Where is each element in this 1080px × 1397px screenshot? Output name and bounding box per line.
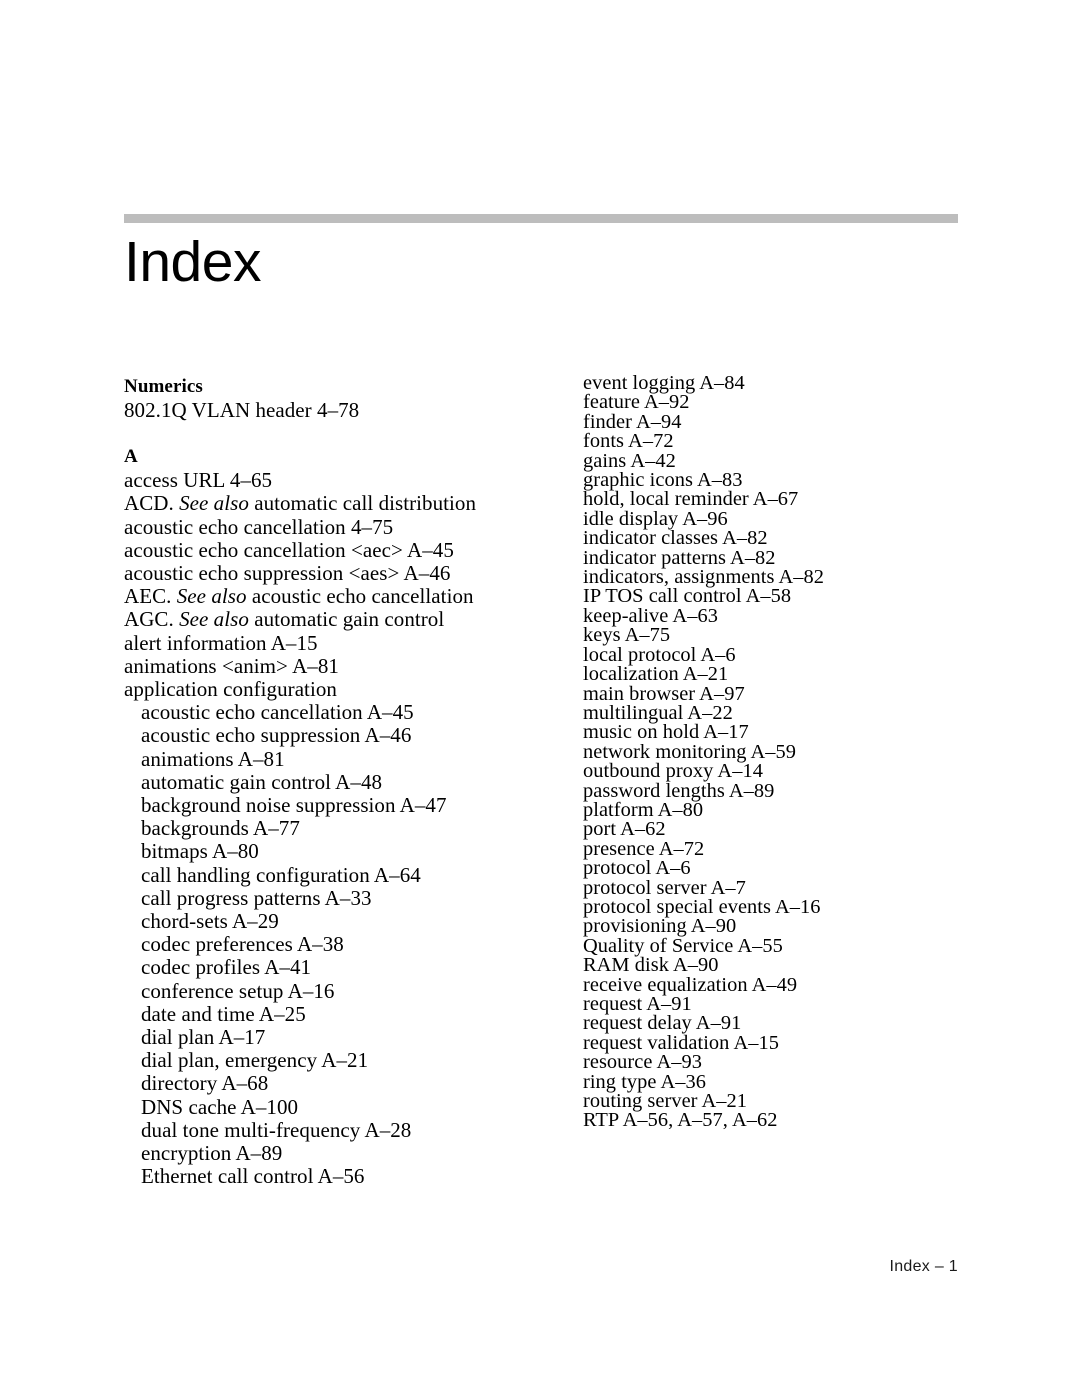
header-rule	[124, 214, 958, 223]
page-footer: Index – 1	[889, 1258, 958, 1275]
index-entry-term: ACD.	[124, 491, 180, 516]
index-entry: call progress patterns A–33	[141, 885, 372, 910]
index-entry: keys A–75	[583, 624, 671, 647]
index-entry: acoustic echo suppression <aes> A–46	[124, 561, 451, 586]
index-entry: alert information A–15	[124, 630, 318, 655]
index-entry: codec profiles A–41	[141, 955, 312, 980]
page-title: Index	[124, 230, 261, 294]
index-entry: directory A–68	[141, 1071, 269, 1096]
index-column-right: event logging A–84 feature A–92 finder A–9…	[583, 373, 983, 1132]
index-entry: localization A–21	[583, 663, 729, 686]
index-entry: protocol A–6	[583, 857, 691, 880]
index-entry-target: automatic gain control	[248, 607, 445, 632]
index-entry: call handling configuration A–64	[141, 862, 421, 887]
index-entry-target: automatic call distribution	[248, 491, 477, 516]
index-entry: date and time A–25	[141, 1001, 306, 1026]
index-entry-target: acoustic echo cancellation	[246, 584, 474, 609]
index-entry: 802.1Q VLAN header 4–78	[124, 398, 360, 422]
index-entry: outbound proxy A–14	[583, 760, 763, 783]
index-entry-see-also: See also	[179, 607, 249, 632]
index-entry-list-right: event logging A–84 feature A–92 finder A–9…	[583, 373, 983, 1132]
index-entry-list-numerics: 802.1Q VLAN header 4–78	[124, 398, 544, 422]
index-entry: application configuration	[124, 677, 337, 702]
index-entry-list-a: access URL 4–65 ACD. See also automatic c…	[124, 469, 544, 1188]
index-entry: AEC. See also acoustic echo cancellation	[124, 585, 544, 608]
index-entry: bitmaps A–80	[141, 839, 259, 864]
index-entry-term: AGC.	[124, 607, 180, 632]
index-entry: animations <anim> A–81	[124, 653, 339, 678]
index-entry: encryption A–89	[141, 1141, 283, 1166]
index-entry-term: AEC.	[124, 584, 177, 609]
index-entry: animations A–81	[141, 746, 285, 771]
index-entry: dial plan A–17	[141, 1025, 266, 1050]
index-column-left: Numerics 802.1Q VLAN header 4–78 A acces…	[124, 374, 544, 1189]
index-entry: dial plan, emergency A–21	[141, 1048, 369, 1073]
index-entry: fonts A–72	[583, 430, 674, 453]
index-entry: request delay A–91	[583, 1012, 742, 1035]
index-entry: AGC. See also automatic gain control	[124, 608, 544, 631]
index-entry: ACD. See also automatic call distributio…	[124, 492, 544, 515]
index-page: Index Numerics 802.1Q VLAN header 4–78 A…	[0, 0, 1080, 1397]
index-entry: backgrounds A–77	[141, 816, 300, 841]
index-entry: resource A–93	[583, 1051, 702, 1074]
index-entry: acoustic echo cancellation <aec> A–45	[124, 537, 454, 562]
index-entry: provisioning A–90	[583, 915, 737, 938]
index-entry: DNS cache A–100	[141, 1094, 299, 1119]
index-entry: acoustic echo cancellation A–45	[141, 700, 414, 725]
index-entry: access URL 4–65	[124, 468, 273, 493]
index-entry: RTP A–56, A–57, A–62	[583, 1109, 778, 1132]
index-group-heading-a: A	[124, 446, 138, 468]
index-entry: feature A–92	[583, 391, 690, 414]
index-entry: dual tone multi-frequency A–28	[141, 1117, 412, 1142]
index-entry: hold, local reminder A–67	[583, 488, 799, 511]
index-entry: indicator classes A–82	[583, 527, 768, 550]
index-entry: RAM disk A–90	[583, 954, 719, 977]
index-entry: codec preferences A–38	[141, 932, 344, 957]
index-entry: acoustic echo cancellation 4–75	[124, 514, 394, 539]
index-entry-see-also: See also	[179, 491, 249, 516]
index-entry: main browser A–97	[583, 682, 745, 705]
index-entry: IP TOS call control A–58	[583, 585, 792, 608]
index-entry-see-also: See also	[176, 584, 247, 609]
index-entry: port A–62	[583, 818, 666, 841]
index-group-heading-numerics: Numerics	[124, 376, 203, 397]
index-entry: chord-sets A–29	[141, 909, 279, 934]
index-entry: automatic gain control A–48	[141, 769, 383, 794]
index-entry: acoustic echo suppression A–46	[141, 723, 412, 748]
index-entry: background noise suppression A–47	[141, 793, 447, 818]
index-entry: conference setup A–16	[141, 978, 335, 1003]
index-entry: Ethernet call control A–56	[141, 1164, 365, 1189]
index-entry: music on hold A–17	[583, 721, 749, 744]
